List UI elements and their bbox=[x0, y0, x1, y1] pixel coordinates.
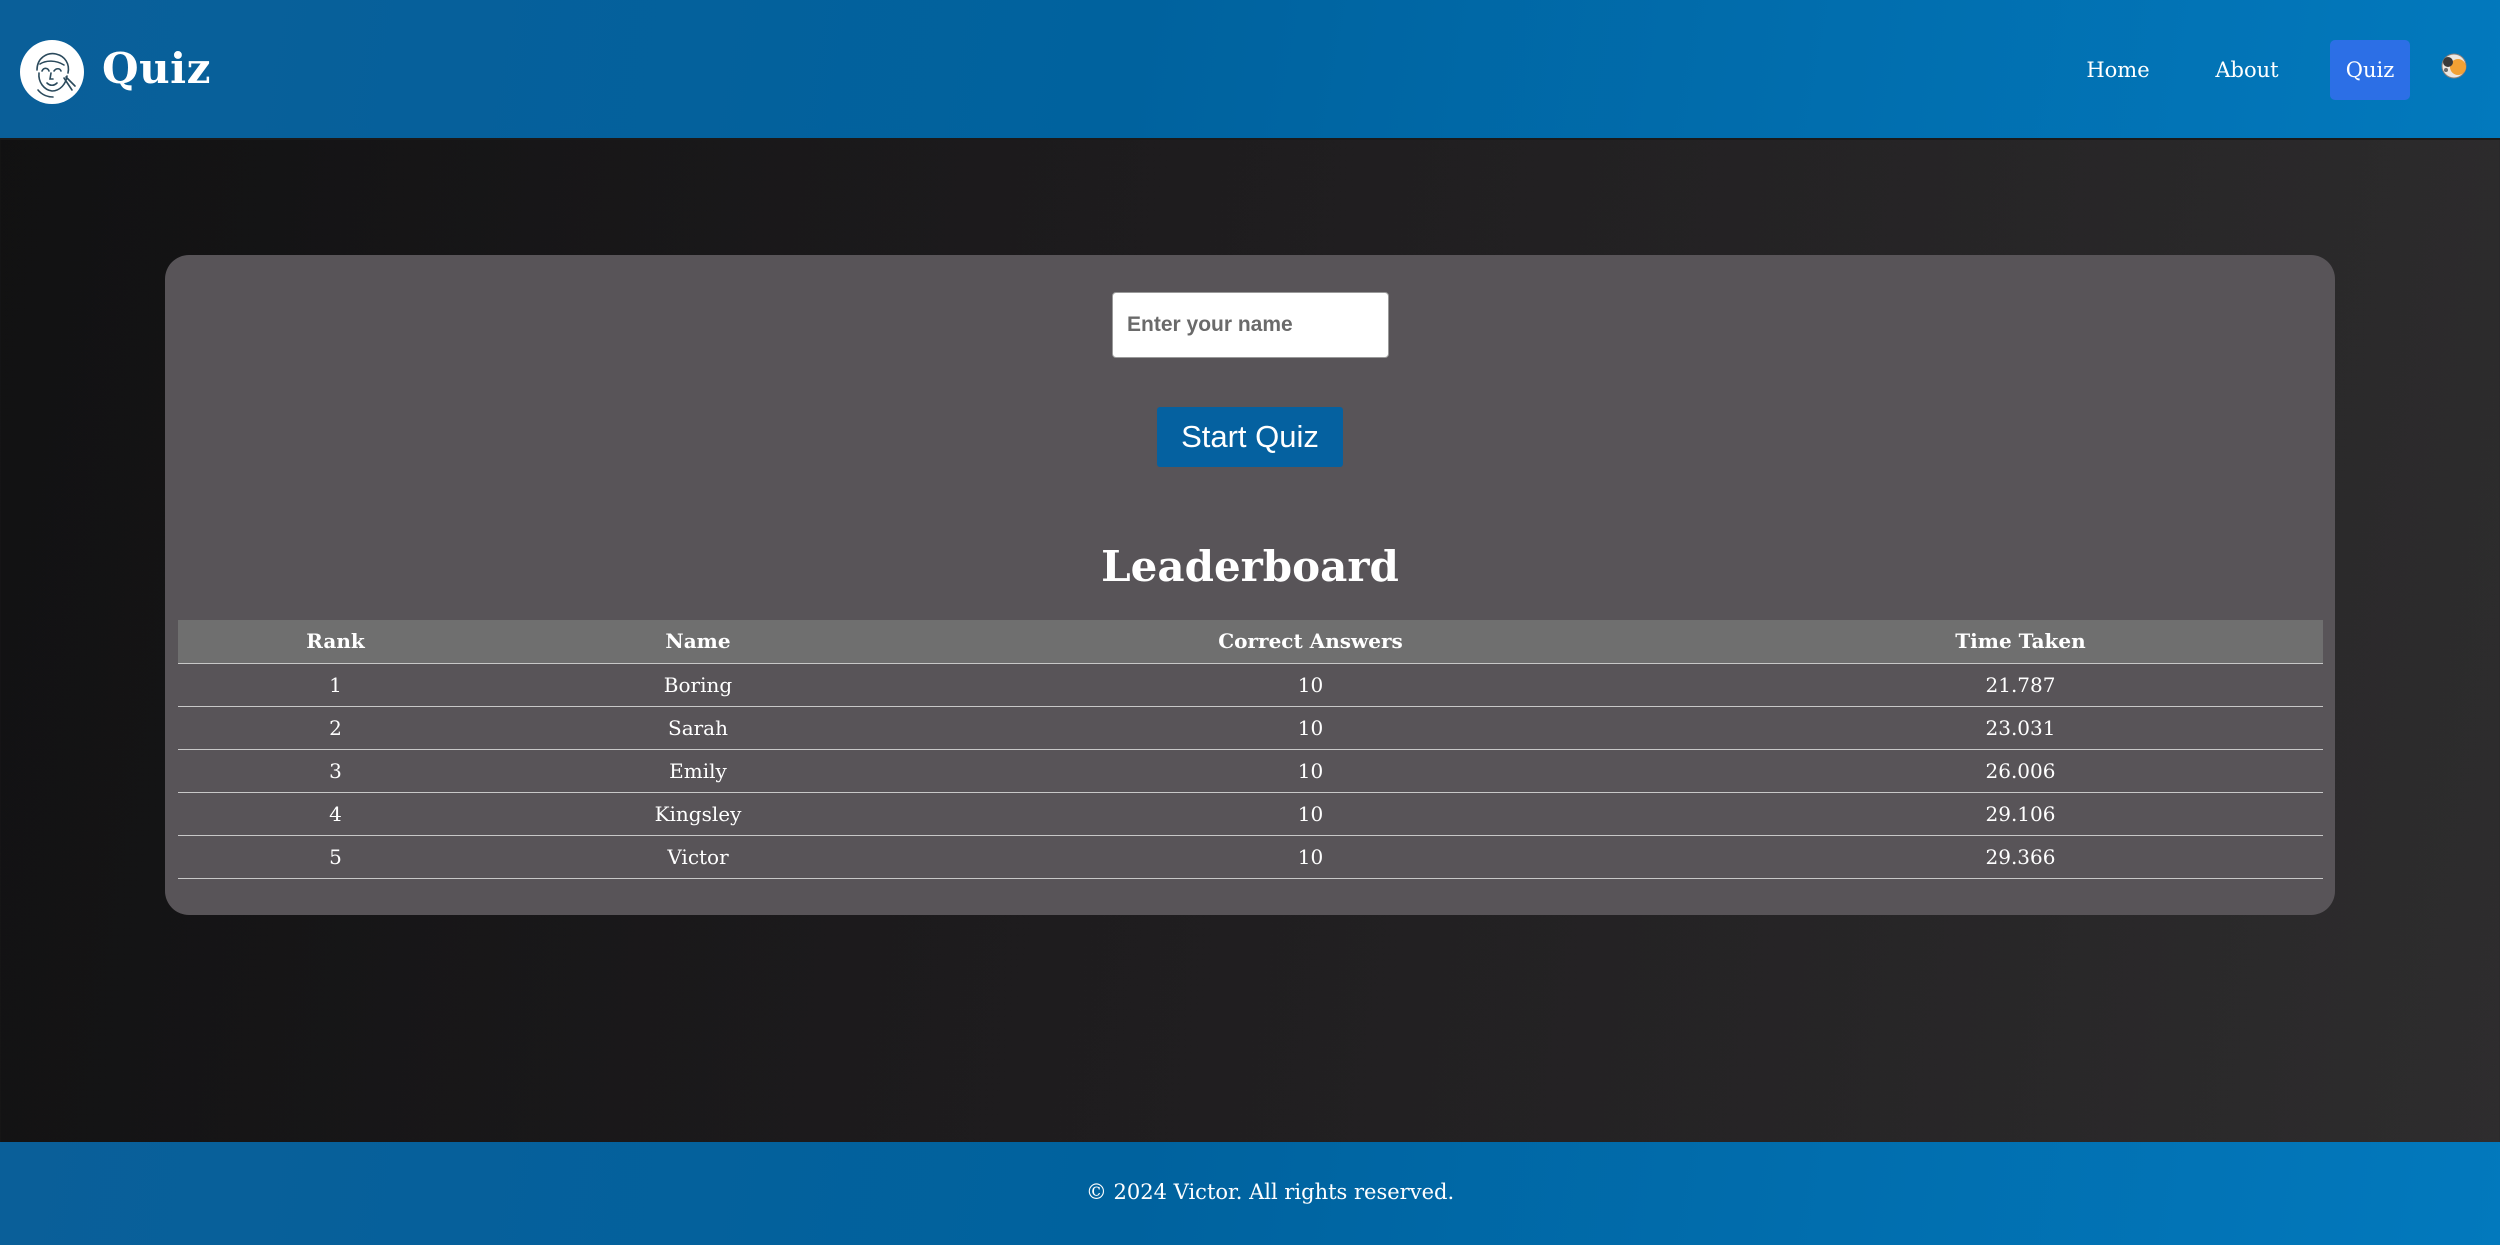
logo-icon[interactable] bbox=[20, 40, 84, 104]
time-taken-cell: 21.787 bbox=[1718, 663, 2323, 707]
table-row: 4 Kingsley 10 29.106 bbox=[178, 792, 2323, 836]
site-footer: © 2024 Victor. All rights reserved. bbox=[0, 1142, 2500, 1245]
column-header-time-taken: Time Taken bbox=[1718, 620, 2323, 664]
table-row: 5 Victor 10 29.366 bbox=[178, 835, 2323, 879]
rank-cell: 4 bbox=[178, 792, 493, 836]
correct-answers-cell: 10 bbox=[903, 749, 1718, 793]
rank-cell: 2 bbox=[178, 706, 493, 750]
name-cell: Boring bbox=[493, 663, 903, 707]
copyright-text: © 2024 Victor. All rights reserved. bbox=[1085, 1180, 1455, 1204]
name-cell: Emily bbox=[493, 749, 903, 793]
name-cell: Victor bbox=[493, 835, 903, 879]
rank-cell: 5 bbox=[178, 835, 493, 879]
column-header-name: Name bbox=[493, 620, 903, 664]
rank-cell: 3 bbox=[178, 749, 493, 793]
name-cell: Sarah bbox=[493, 706, 903, 750]
table-row: 2 Sarah 10 23.031 bbox=[178, 706, 2323, 750]
correct-answers-cell: 10 bbox=[903, 663, 1718, 707]
correct-answers-cell: 10 bbox=[903, 835, 1718, 879]
nav-about-link[interactable]: About bbox=[2205, 40, 2289, 100]
name-cell: Kingsley bbox=[493, 792, 903, 836]
time-taken-cell: 29.106 bbox=[1718, 792, 2323, 836]
correct-answers-cell: 10 bbox=[903, 706, 1718, 750]
time-taken-cell: 29.366 bbox=[1718, 835, 2323, 879]
rank-cell: 1 bbox=[178, 663, 493, 707]
nav-quiz-link[interactable]: Quiz bbox=[2330, 40, 2410, 100]
site-header: Quiz Home About Quiz bbox=[0, 0, 2500, 140]
time-taken-cell: 26.006 bbox=[1718, 749, 2323, 793]
table-row: 1 Boring 10 21.787 bbox=[178, 663, 2323, 707]
time-taken-cell: 23.031 bbox=[1718, 706, 2323, 750]
leaderboard-table: Rank Name Correct Answers Time Taken 1 B… bbox=[178, 620, 2323, 879]
name-input[interactable] bbox=[1112, 292, 1389, 358]
column-header-rank: Rank bbox=[178, 620, 493, 664]
site-title[interactable]: Quiz bbox=[102, 44, 211, 93]
start-quiz-button[interactable]: Start Quiz bbox=[1157, 407, 1343, 467]
quiz-card: Start Quiz Leaderboard Rank Name Correct… bbox=[165, 255, 2335, 915]
column-header-correct-answers: Correct Answers bbox=[903, 620, 1718, 664]
theme-toggle-icon[interactable] bbox=[2436, 48, 2472, 84]
nav-home-link[interactable]: Home bbox=[2076, 40, 2160, 100]
correct-answers-cell: 10 bbox=[903, 792, 1718, 836]
leaderboard-title: Leaderboard bbox=[1101, 542, 1399, 591]
table-header-row: Rank Name Correct Answers Time Taken bbox=[178, 620, 2323, 664]
table-row: 3 Emily 10 26.006 bbox=[178, 749, 2323, 793]
